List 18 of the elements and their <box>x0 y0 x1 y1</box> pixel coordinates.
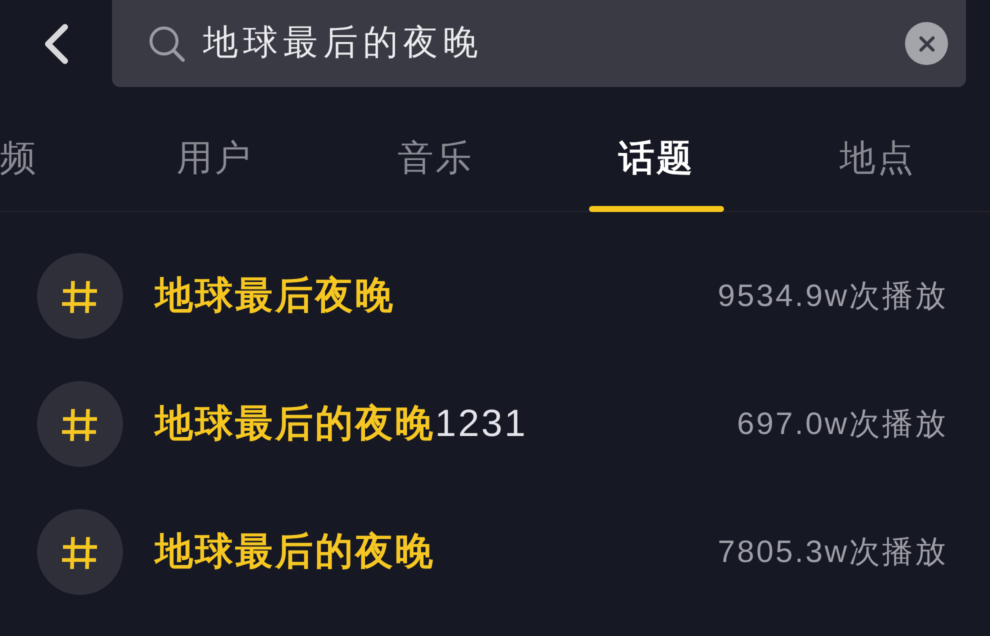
play-count: 9534.9w次播放 <box>718 276 948 315</box>
tab[interactable]: 音乐 <box>325 87 546 212</box>
close-icon <box>918 36 934 52</box>
topic-title[interactable]: 地球最后的夜晚 <box>155 524 435 580</box>
tab[interactable]: 用户 <box>104 87 325 212</box>
tab[interactable]: 地点 <box>767 87 988 212</box>
hashtag-icon <box>37 381 123 467</box>
hashtag-icon <box>37 509 123 595</box>
search-icon <box>148 24 186 62</box>
tab[interactable]: 频 <box>0 87 104 212</box>
clear-button[interactable] <box>905 22 948 65</box>
back-icon[interactable] <box>42 22 70 64</box>
hashtag-icon <box>37 253 123 339</box>
play-count: 7805.3w次播放 <box>718 532 948 571</box>
topic-title[interactable]: 地球最后夜晚 <box>155 268 395 324</box>
topic-title[interactable]: 地球最后的夜晚1231 <box>155 396 528 452</box>
tab[interactable]: 话题 <box>546 87 767 212</box>
play-count: 697.0w次播放 <box>737 404 948 443</box>
